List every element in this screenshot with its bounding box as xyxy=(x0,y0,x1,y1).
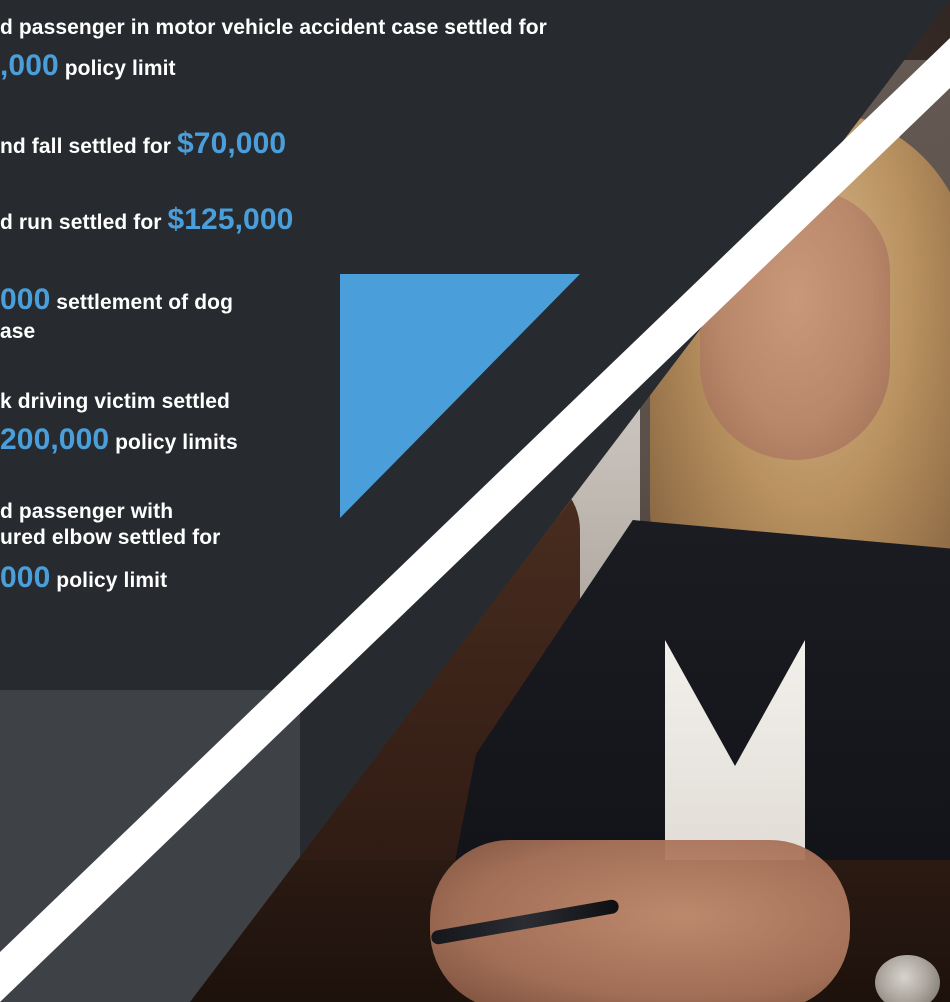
result-line: 000 policy limit xyxy=(0,560,167,595)
result-line: d passenger with xyxy=(0,500,173,525)
result-text: policy limit xyxy=(50,569,168,592)
result-amount: 000 xyxy=(0,561,51,594)
result-text: ase xyxy=(0,320,36,343)
result-line: d run settled for $125,000 xyxy=(0,202,293,237)
result-text: policy limit xyxy=(58,57,176,80)
result-line: nd fall settled for $70,000 xyxy=(0,126,286,161)
result-line: ,000 policy limit xyxy=(0,48,176,83)
result-amount: 000 xyxy=(0,283,51,316)
result-text: d run settled for xyxy=(0,211,168,234)
result-line: ase xyxy=(0,320,35,345)
result-amount: $70,000 xyxy=(177,127,287,160)
result-text: k driving victim settled xyxy=(0,390,230,413)
result-line: k driving victim settled xyxy=(0,390,230,415)
result-text: d passenger in motor vehicle accident ca… xyxy=(0,16,547,39)
result-text: policy limits xyxy=(109,431,238,454)
result-amount: 200,000 xyxy=(0,423,110,456)
result-line: 200,000 policy limits xyxy=(0,422,238,457)
result-text: d passenger with xyxy=(0,500,174,523)
result-line: 000 settlement of dog xyxy=(0,282,233,317)
hero-section: d passenger in motor vehicle accident ca… xyxy=(0,0,950,1002)
result-text: ured elbow settled for xyxy=(0,526,221,549)
result-text: nd fall settled for xyxy=(0,135,178,158)
result-line: ured elbow settled for xyxy=(0,526,220,551)
result-text: settlement of dog xyxy=(50,291,233,314)
result-amount: ,000 xyxy=(0,49,59,82)
settlement-results: d passenger in motor vehicle accident ca… xyxy=(0,0,760,640)
photo-watch xyxy=(875,955,940,1002)
result-line: d passenger in motor vehicle accident ca… xyxy=(0,16,547,41)
result-amount: $125,000 xyxy=(167,203,294,236)
